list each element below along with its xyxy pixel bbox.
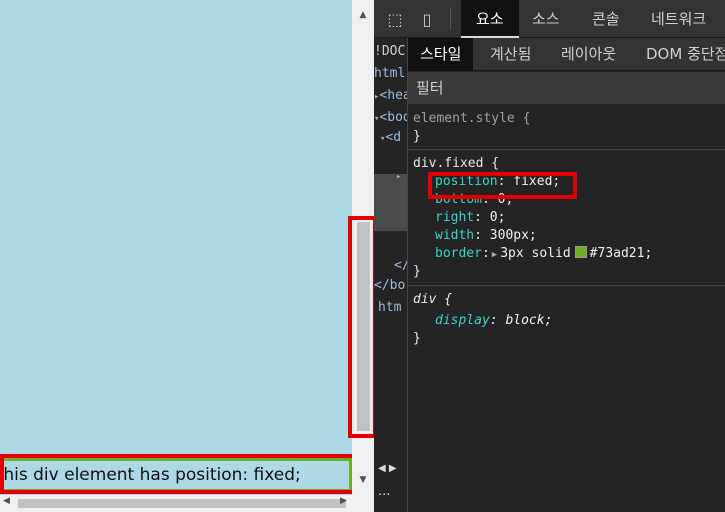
devtools-panel: ⬚ ▯ 요소 소스 콘솔 네트워크 !DOC html ▸<hea ▾<bod … [374, 0, 725, 512]
more-options-icon[interactable]: ··· [378, 488, 390, 503]
decl-width[interactable]: width: 300px; [435, 227, 537, 245]
dom-tree: !DOC html ▸<hea ▾<bod ▾<d ▸ </ </bo htm … [374, 38, 407, 512]
dom-line-close-body[interactable]: </bo [374, 278, 405, 293]
dom-line-doctype[interactable]: !DOC [374, 44, 405, 59]
dom-selected-row[interactable]: ▸ [374, 172, 407, 231]
decl-border[interactable]: border: ▶ 3px solid #73ad21; [435, 245, 652, 264]
rule-close: } [413, 331, 421, 346]
scroll-up-icon[interactable]: ▲ [352, 7, 374, 23]
scroll-down-icon[interactable]: ▼ [352, 472, 374, 488]
toolbar-divider [450, 8, 451, 30]
scroll-left-icon[interactable]: ◀ [3, 496, 10, 506]
devtools-toolbar: ⬚ ▯ 요소 소스 콘솔 네트워크 [374, 0, 725, 38]
rule-div-ua: div { display: block; } [408, 287, 725, 353]
fixed-div: This div element has position: fixed; [0, 458, 352, 492]
fixed-div-text: This div element has position: fixed; [0, 465, 301, 485]
tab-console[interactable]: 콘솔 [592, 0, 620, 38]
device-emulation-icon[interactable]: ▯ [416, 9, 438, 31]
rule-element-style: element.style { } [408, 108, 725, 150]
subtab-computed[interactable]: 계산됨 [490, 38, 531, 71]
scroll-right-icon[interactable]: ▶ [340, 496, 347, 506]
color-swatch[interactable] [574, 246, 587, 258]
dom-line-html[interactable]: html [374, 66, 405, 81]
dom-line-head[interactable]: ▸<hea [374, 88, 407, 103]
dom-scroll-arrows[interactable]: ◀ ▶ [378, 463, 397, 474]
dom-line-div[interactable]: ▾<d [380, 130, 401, 145]
horizontal-scrollbar[interactable]: ◀ ▶ [0, 495, 374, 512]
rule-selector[interactable]: div.fixed { [413, 155, 499, 173]
rule-selector[interactable]: div { [413, 291, 452, 309]
styles-subtabs: 스타일 계산됨 레이아웃 DOM 중단점 [408, 38, 725, 71]
dom-line-close-html[interactable]: htm [378, 300, 401, 315]
dom-line-close-div[interactable]: </ [394, 258, 407, 273]
tab-network[interactable]: 네트워크 [651, 0, 706, 38]
rule-selector[interactable]: element.style { [413, 110, 530, 128]
tab-elements[interactable]: 요소 [461, 0, 519, 38]
horizontal-scroll-thumb[interactable] [18, 499, 346, 508]
inspect-element-icon[interactable]: ⬚ [384, 9, 406, 31]
styles-filter-input[interactable]: 필터 [408, 72, 725, 104]
decl-position[interactable]: position: fixed; [435, 173, 560, 191]
vertical-scrollbar[interactable]: ▲ ▼ [352, 0, 374, 495]
page-viewport: This div element has position: fixed; [0, 0, 352, 495]
vertical-scroll-thumb[interactable] [357, 222, 370, 431]
rule-close: } [413, 264, 421, 279]
rule-div-fixed: div.fixed { position: fixed; bottom: 0; … [408, 151, 725, 286]
subtab-styles[interactable]: 스타일 [408, 38, 474, 71]
subtab-layout[interactable]: 레이아웃 [561, 38, 616, 71]
styles-pane: 스타일 계산됨 레이아웃 DOM 중단점 필터 element.style { … [407, 38, 725, 512]
subtab-dom-breakpoints[interactable]: DOM 중단점 [646, 38, 725, 71]
decl-bottom[interactable]: bottom: 0; [435, 191, 513, 209]
tab-sources[interactable]: 소스 [532, 0, 560, 38]
dom-expand-child-icon[interactable]: ▸ [396, 172, 401, 182]
rule-close: } [413, 129, 421, 144]
dom-line-body[interactable]: ▾<bod [374, 110, 407, 125]
decl-display[interactable]: display: block; [435, 312, 552, 330]
expand-shorthand-icon[interactable]: ▶ [492, 250, 497, 260]
decl-right[interactable]: right: 0; [435, 209, 505, 227]
